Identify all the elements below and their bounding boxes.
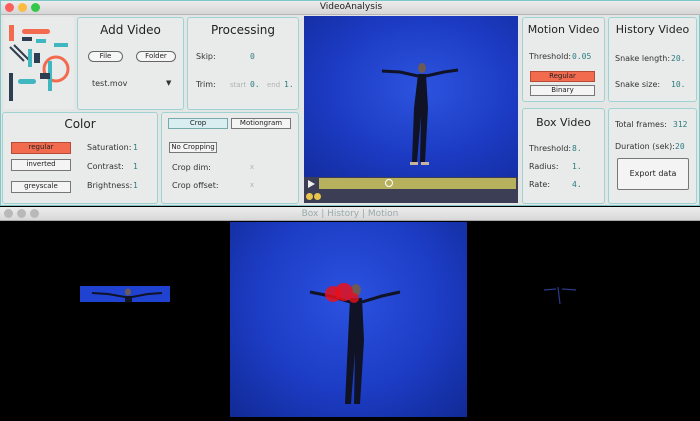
trim-start-value[interactable]: 0. bbox=[250, 80, 260, 89]
snake-length-value[interactable]: 20. bbox=[671, 54, 685, 63]
play-icon[interactable] bbox=[308, 180, 315, 188]
duration-value: 20 bbox=[675, 142, 685, 151]
duration-label: Duration (sek): bbox=[615, 142, 675, 151]
main-window: VideoAnalysis Add Video File Folder test… bbox=[0, 0, 700, 206]
radius-label: Radius: bbox=[529, 162, 559, 171]
tab-motiongram[interactable]: Motiongram bbox=[231, 118, 291, 129]
video-preview bbox=[304, 16, 518, 177]
loop-icon[interactable] bbox=[306, 193, 313, 200]
rate-label: Rate: bbox=[529, 180, 551, 189]
crop-dim-value[interactable]: x bbox=[250, 163, 254, 171]
snake-size-value[interactable]: 10. bbox=[671, 80, 685, 89]
tab-crop[interactable]: Crop bbox=[168, 118, 228, 129]
history-video-output bbox=[230, 222, 467, 417]
no-cropping-button[interactable]: No Cropping bbox=[169, 142, 217, 153]
file-button[interactable]: File bbox=[88, 51, 123, 62]
regular-color-button[interactable]: regular bbox=[11, 142, 71, 154]
output-window-title: Box | History | Motion bbox=[301, 209, 399, 219]
scrub-bar[interactable] bbox=[319, 178, 516, 189]
motion-threshold-value[interactable]: 0.05 bbox=[572, 52, 591, 61]
motion-threshold-label: Threshold: bbox=[529, 52, 572, 61]
motion-binary-button[interactable]: Binary bbox=[530, 85, 595, 96]
speed-icon[interactable] bbox=[314, 193, 321, 200]
scrub-handle[interactable] bbox=[385, 179, 393, 187]
total-frames-label: Total frames: bbox=[615, 120, 667, 129]
add-video-panel: Add Video File Folder test.mov ▼ bbox=[77, 17, 184, 110]
output-title-bar[interactable]: Box | History | Motion bbox=[0, 207, 700, 221]
window-title: VideoAnalysis bbox=[319, 2, 383, 12]
motion-video-output bbox=[540, 284, 580, 306]
snake-length-label: Snake length: bbox=[615, 54, 671, 63]
processing-panel: Processing Skip: 0 Trim: start 0. end 1. bbox=[187, 17, 299, 110]
motion-video-title: Motion Video bbox=[527, 23, 600, 36]
folder-button[interactable]: Folder bbox=[136, 51, 176, 62]
greyscale-color-button[interactable]: greyscale bbox=[11, 181, 71, 193]
motion-regular-button[interactable]: Regular bbox=[530, 71, 595, 82]
trim-label: Trim: bbox=[196, 80, 216, 89]
trim-end-value[interactable]: 1. bbox=[284, 80, 294, 89]
contrast-value[interactable]: 1 bbox=[133, 162, 138, 171]
box-threshold-value[interactable]: 8. bbox=[572, 144, 582, 153]
color-title: Color bbox=[64, 117, 96, 131]
skip-label: Skip: bbox=[196, 52, 216, 61]
box-threshold-label: Threshold: bbox=[529, 144, 572, 153]
trim-start-label: start bbox=[230, 81, 247, 89]
total-frames-value: 312 bbox=[673, 120, 688, 129]
rate-value[interactable]: 4. bbox=[572, 180, 582, 189]
history-video-panel: History Video Snake length: 20. Snake si… bbox=[608, 17, 697, 102]
box-video-title: Box Video bbox=[536, 116, 591, 129]
trim-end-label: end bbox=[267, 81, 281, 89]
file-dropdown-value: test.mov bbox=[92, 79, 128, 88]
saturation-label: Saturation: bbox=[87, 143, 132, 152]
crop-panel: Crop Motiongram No Cropping Crop dim: x … bbox=[161, 112, 299, 204]
export-data-button[interactable]: Export data bbox=[617, 158, 689, 190]
box-video-output bbox=[80, 286, 170, 302]
crop-offset-value[interactable]: x bbox=[250, 181, 254, 189]
crop-dim-label: Crop dim: bbox=[172, 163, 212, 172]
crop-offset-label: Crop offset: bbox=[172, 181, 219, 190]
radius-value[interactable]: 1. bbox=[572, 162, 582, 171]
color-panel: Color regular inverted greyscale Saturat… bbox=[2, 112, 158, 204]
brightness-label: Brightness: bbox=[87, 181, 133, 190]
saturation-value[interactable]: 1 bbox=[133, 143, 138, 152]
inverted-color-button[interactable]: inverted bbox=[11, 159, 71, 171]
processing-title: Processing bbox=[210, 23, 276, 37]
brightness-value[interactable]: 1 bbox=[133, 181, 138, 190]
stats-panel: Total frames: 312 Duration (sek): 20 Exp… bbox=[608, 108, 697, 204]
add-video-title: Add Video bbox=[100, 23, 161, 37]
chevron-down-icon: ▼ bbox=[166, 79, 172, 87]
box-video-panel: Box Video Threshold: 8. Radius: 1. Rate:… bbox=[522, 108, 605, 204]
dancer-figure bbox=[381, 63, 459, 165]
skip-value[interactable]: 0 bbox=[250, 52, 255, 61]
title-bar[interactable]: VideoAnalysis bbox=[1, 1, 700, 15]
file-dropdown[interactable]: test.mov ▼ bbox=[92, 79, 172, 89]
app-logo bbox=[4, 17, 74, 109]
history-video-title: History Video bbox=[615, 23, 690, 36]
motion-video-panel: Motion Video Threshold: 0.05 Regular Bin… bbox=[522, 17, 605, 102]
snake-size-label: Snake size: bbox=[615, 80, 661, 89]
contrast-label: Contrast: bbox=[87, 162, 124, 171]
